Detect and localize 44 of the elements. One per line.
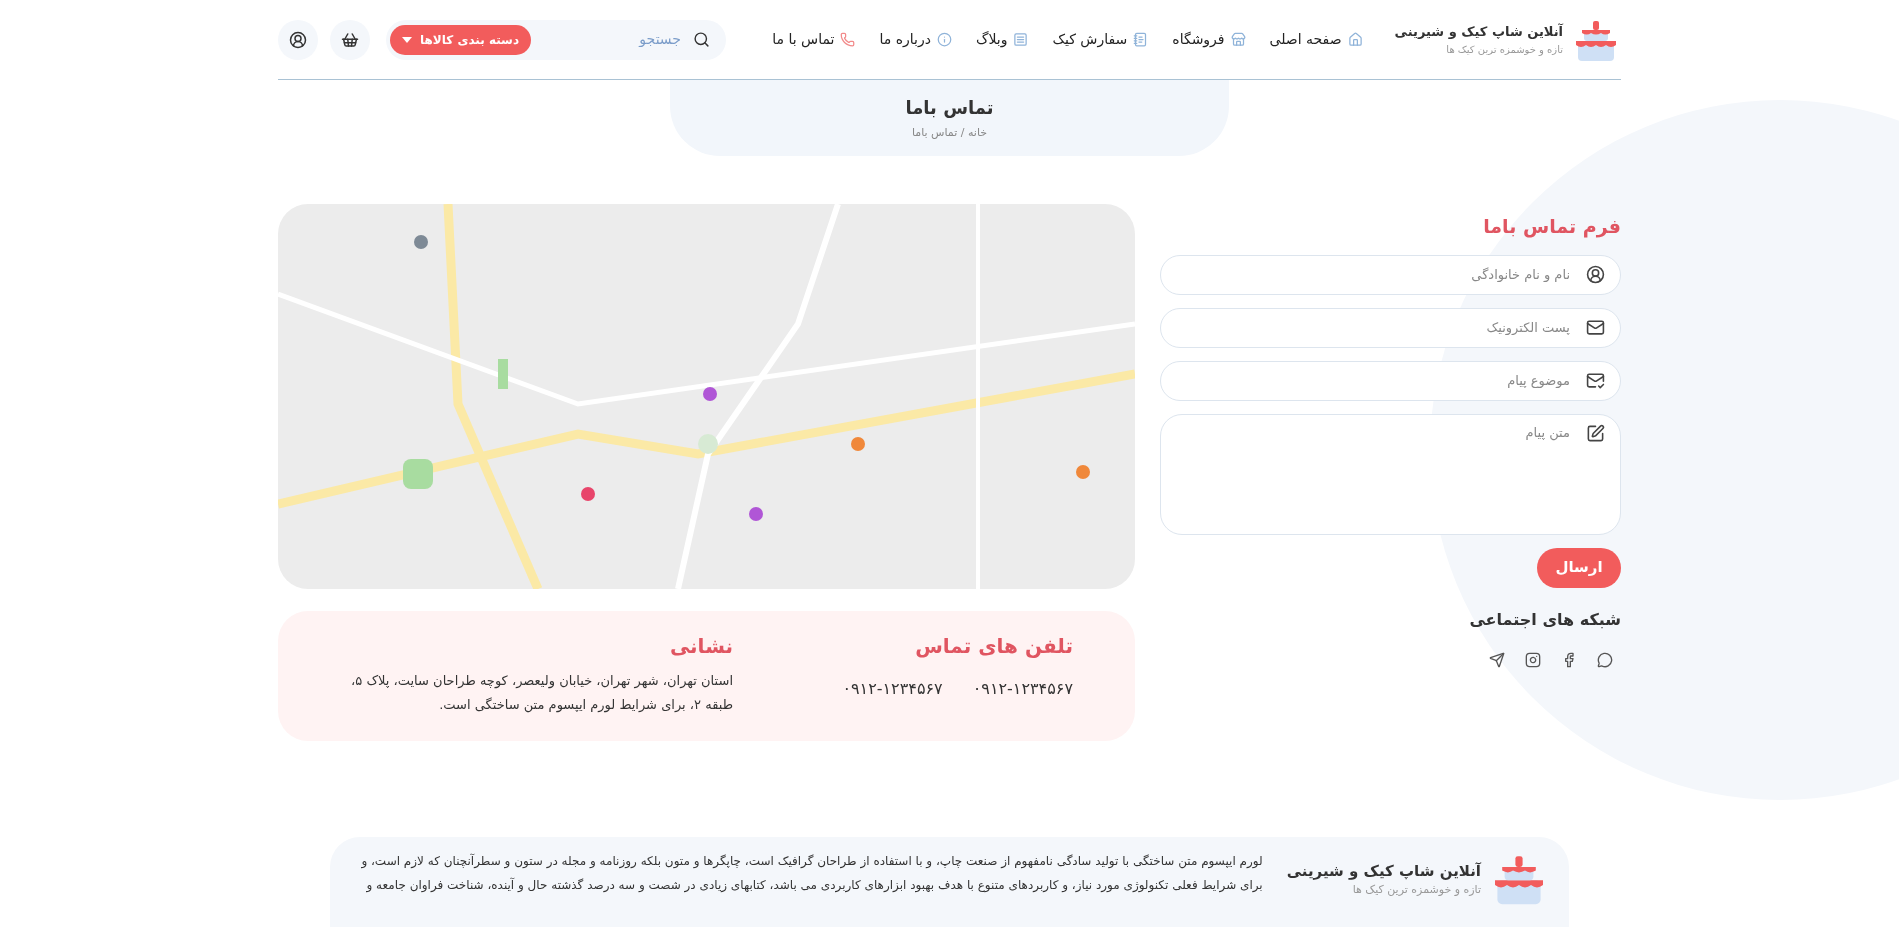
text-field[interactable]: موضوع پیام (1160, 360, 1621, 401)
address-title: نشانی (668, 633, 733, 660)
nav-link[interactable]: سفارش کیک (1052, 29, 1149, 50)
pen-icon (1586, 423, 1605, 443)
nav-link[interactable]: فروشگاه (1172, 29, 1246, 50)
user-icon (289, 30, 307, 49)
form-title: فرم تماس باما (1482, 214, 1621, 240)
nav-link[interactable]: درباره ما (879, 29, 952, 50)
phone-number: ۰۹۱۲-۱۲۳۴۵۶۷ (842, 678, 943, 700)
logo-title: آنلاین شاپ کیک و شیرینی (1394, 22, 1563, 42)
account-button[interactable] (278, 19, 318, 60)
text-field[interactable]: پست الکترونیک (1160, 307, 1621, 348)
phone-icon (840, 32, 856, 47)
send-icon[interactable] (1489, 651, 1505, 668)
logo-tagline: تازه و خوشمزه ترین کیک ها (1445, 42, 1563, 57)
chat-bubble-icon[interactable] (1597, 651, 1613, 668)
footer-logo-title: آنلاین شاپ کیک و شیرینی (1286, 860, 1481, 882)
list-icon (1013, 32, 1029, 47)
mail-icon (1586, 317, 1605, 337)
info-icon (936, 32, 952, 47)
message-field[interactable]: متن پیام (1160, 413, 1621, 535)
breadcrumb: خانه / تماس باما (911, 125, 988, 142)
mail-icon (1586, 370, 1605, 390)
address-text: استان تهران، شهر تهران، خیابان ولیعصر، کوچه طراحان سایت، پلاک ۵، طبقه ۲، برای شرایط لورم ایپسوم متن ساختگی است. (350, 672, 733, 715)
basket-button[interactable] (330, 19, 370, 60)
notebook-icon (1133, 32, 1149, 47)
nav-link[interactable]: وبلاگ (975, 29, 1029, 50)
search-icon (693, 31, 710, 48)
caret-icon (402, 36, 412, 43)
home-icon (1347, 32, 1363, 47)
nav-link[interactable]: تماس با ما (772, 29, 856, 50)
page-title: تماس باما (905, 96, 994, 121)
nav-link[interactable]: صفحه اصلی (1269, 29, 1363, 50)
search-field[interactable]: جستجو (543, 29, 681, 50)
basket-icon (341, 30, 359, 49)
phone-number: ۰۹۱۲-۱۲۳۴۵۶۷ (972, 678, 1073, 700)
instagram-icon[interactable] (1525, 651, 1541, 668)
store-icon (1230, 32, 1246, 47)
phones-title: تلفن های تماس (914, 633, 1073, 660)
social-title: شبکه های اجتماعی (1468, 608, 1621, 631)
user-icon (1586, 264, 1605, 284)
text-field[interactable]: نام و نام خانوادگی (1160, 254, 1621, 295)
footer-text: لورم ایپسوم متن ساختگی با تولید سادگی نامفهوم از صنعت چاپ، و با استفاده از طراحان گرافیک است، چاپگرها و متون بلکه روزنامه و مجله در ستون و سطرآنچنان که لازم است، و برای شرایط فعلی تکنولوژی مورد نیاز، و کاربردهای متنوع با هدف بهبود ابزارهای کاربردی می باشد، کتابهای زیادی در شصت و سه درصد گذشته حال و آینده، شناخت فراوان جامعه و (360, 852, 1263, 895)
footer-logo-tagline: تازه و خوشمزه ترین کیک ها (1351, 882, 1481, 898)
